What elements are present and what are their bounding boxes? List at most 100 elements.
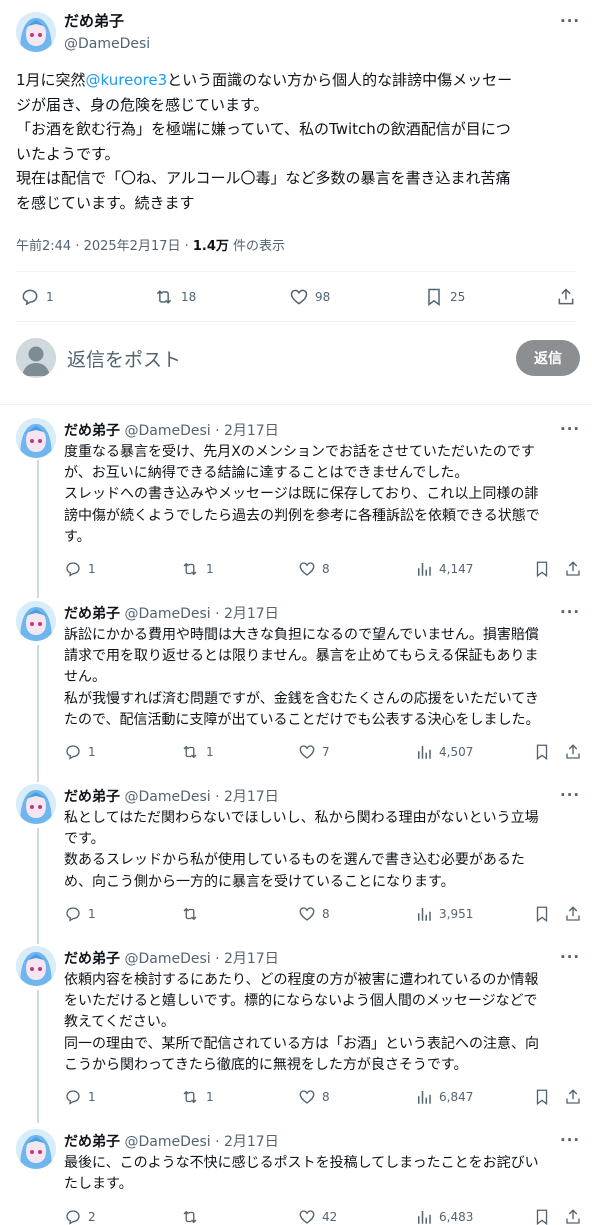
thread-line [37,990,39,1123]
views-button[interactable]: 6,483 [415,1208,473,1225]
share-button[interactable] [564,1208,588,1225]
reply-header: だめ弟子 @DameDesi · 2月17日 [64,420,279,440]
like-button[interactable]: 7 [298,743,330,761]
post-timestamp[interactable]: 午前2:44 · 2025年2月17日 · [16,239,193,254]
author-name[interactable]: だめ弟子 [64,10,124,31]
reply-author-name[interactable]: だめ弟子 [64,423,120,439]
reply-avatar[interactable] [16,1129,56,1169]
reply-text: 私としてはただ関わらないでほしいし、私から関わる理由がないという立場 です。 数ある… [64,808,580,893]
reply-count: 1 [88,562,96,576]
share-button[interactable] [564,905,588,923]
share-icon [566,1209,580,1224]
reply-text-line: 依頼内容を検討するにあたり、どの程度の方が被害に遭われているのか情報 [64,972,539,988]
reply-text-line: め、向こう側から一方的に暴言を受けていることになります。 [64,873,455,890]
like-button[interactable]: 42 [298,1208,337,1225]
reply-button[interactable]: 1 [64,743,96,761]
share-button[interactable] [564,560,588,578]
reply-button[interactable]: 1 [64,905,96,923]
reply-count: 1 [46,290,54,304]
repost-button[interactable] [180,1208,206,1225]
post-text-line: という面識のない方から個人的な誹謗中傷メッセー [167,71,513,89]
more-options-icon[interactable]: ··· [560,12,580,30]
heart-icon [299,907,315,921]
reply-count: 1 [88,1090,96,1104]
like-button[interactable]: 98 [289,287,330,307]
heart-icon [290,289,308,305]
more-options-icon[interactable]: ··· [560,1131,580,1149]
reply-icon [66,562,80,577]
more-options-icon[interactable]: ··· [560,603,580,621]
reply-button[interactable]: 1 [64,1088,96,1106]
more-options-icon[interactable]: ··· [560,786,580,804]
bookmark-button[interactable]: 25 [424,287,465,307]
avatar[interactable] [16,12,56,52]
reply-avatar[interactable] [16,946,56,986]
reply-text-line: をいただけると嬉しいです。標的にならないよう個人間のメッセージなどで [64,993,538,1010]
share-icon [558,288,574,305]
reply-handle-date[interactable]: @DameDesi · 2月17日 [124,606,278,622]
reply-handle-date[interactable]: @DameDesi · 2月17日 [124,951,278,967]
reply-handle-date[interactable]: @DameDesi · 2月17日 [124,789,278,805]
reply-text-line: 私としてはただ関わらないでほしいし、私から関わる理由がないという立場 [64,810,539,826]
share-button[interactable] [564,1088,588,1106]
reply-author-name[interactable]: だめ弟子 [64,789,120,805]
repost-button[interactable]: 1 [180,560,214,578]
reply-avatar[interactable] [16,601,56,641]
author-handle[interactable]: @DameDesi [64,36,150,52]
like-count: 8 [322,562,330,576]
repost-button[interactable] [180,905,206,923]
repost-count: 18 [181,290,197,304]
views-button[interactable]: 4,147 [415,560,473,578]
reply-author-name[interactable]: だめ弟子 [64,951,120,967]
reply-text-line: 私が我慢すれば済む問題ですが、金銭を含むたくさんの応援をいただいてき [64,690,539,707]
repost-button[interactable]: 1 [180,1088,214,1106]
reply-avatar[interactable] [16,784,56,824]
mention-link[interactable]: @kureore3 [86,71,168,89]
share-button[interactable] [556,287,582,307]
like-button[interactable]: 8 [298,1088,330,1106]
reply-button[interactable]: 1 [20,287,54,307]
bookmark-button[interactable] [533,743,557,761]
more-options-icon[interactable]: ··· [560,948,580,966]
post-text-line: ジが届き、身の危険を感じています。 [16,95,269,114]
like-button[interactable]: 8 [298,560,330,578]
reply-button[interactable]: 1 [64,560,96,578]
user-avatar[interactable] [16,338,56,378]
views-button[interactable]: 3,951 [415,905,473,923]
more-options-icon[interactable]: ··· [560,420,580,438]
bookmark-button[interactable] [533,1208,557,1225]
post-text-line: 現在は配信で「〇ね、アルコール〇毒」など多数の暴言を書き込まれ苦痛 [16,169,511,187]
view-count: 4,147 [439,562,474,576]
reply-header: だめ弟子 @DameDesi · 2月17日 [64,603,279,623]
post-text-line: を感じています。続きます [16,193,195,212]
like-button[interactable]: 8 [298,905,330,923]
reply-submit-button[interactable]: 返信 [516,340,580,376]
bookmark-button[interactable] [533,905,557,923]
reply-author-name[interactable]: だめ弟子 [64,1134,120,1150]
reply-text-line: たします。 [64,1176,133,1193]
bookmark-icon [536,744,548,761]
share-icon [566,906,580,921]
bookmark-button[interactable] [533,560,557,578]
reply-text: 度重なる暴言を受け、先月Xのメンションでお話をさせていただいたのです が、お互いに… [64,442,580,548]
reply-handle-date[interactable]: @DameDesi · 2月17日 [124,423,278,439]
reply-author-name[interactable]: だめ弟子 [64,606,120,622]
reply-avatar[interactable] [16,418,56,458]
reply-header: だめ弟子 @DameDesi · 2月17日 [64,786,279,806]
views-button[interactable]: 6,847 [415,1088,473,1106]
reply-button[interactable]: 2 [64,1208,96,1225]
reply-input[interactable]: 返信をポスト [67,345,181,372]
repost-button[interactable]: 1 [180,743,214,761]
reply-count: 1 [88,745,96,759]
bookmark-button[interactable] [533,1088,557,1106]
views-button[interactable]: 4,507 [415,743,473,761]
heart-icon [299,745,315,759]
view-count: 3,951 [439,907,474,921]
heart-icon [299,1210,315,1224]
views-icon [418,908,431,921]
reply-handle-date[interactable]: @DameDesi · 2月17日 [124,1134,278,1150]
reply-icon [66,745,80,760]
reply-text: 最後に、このような不快に感じるポストを投稿してしまったことをお詫びい たします。 [64,1153,580,1195]
repost-button[interactable]: 18 [153,287,196,307]
share-button[interactable] [564,743,588,761]
